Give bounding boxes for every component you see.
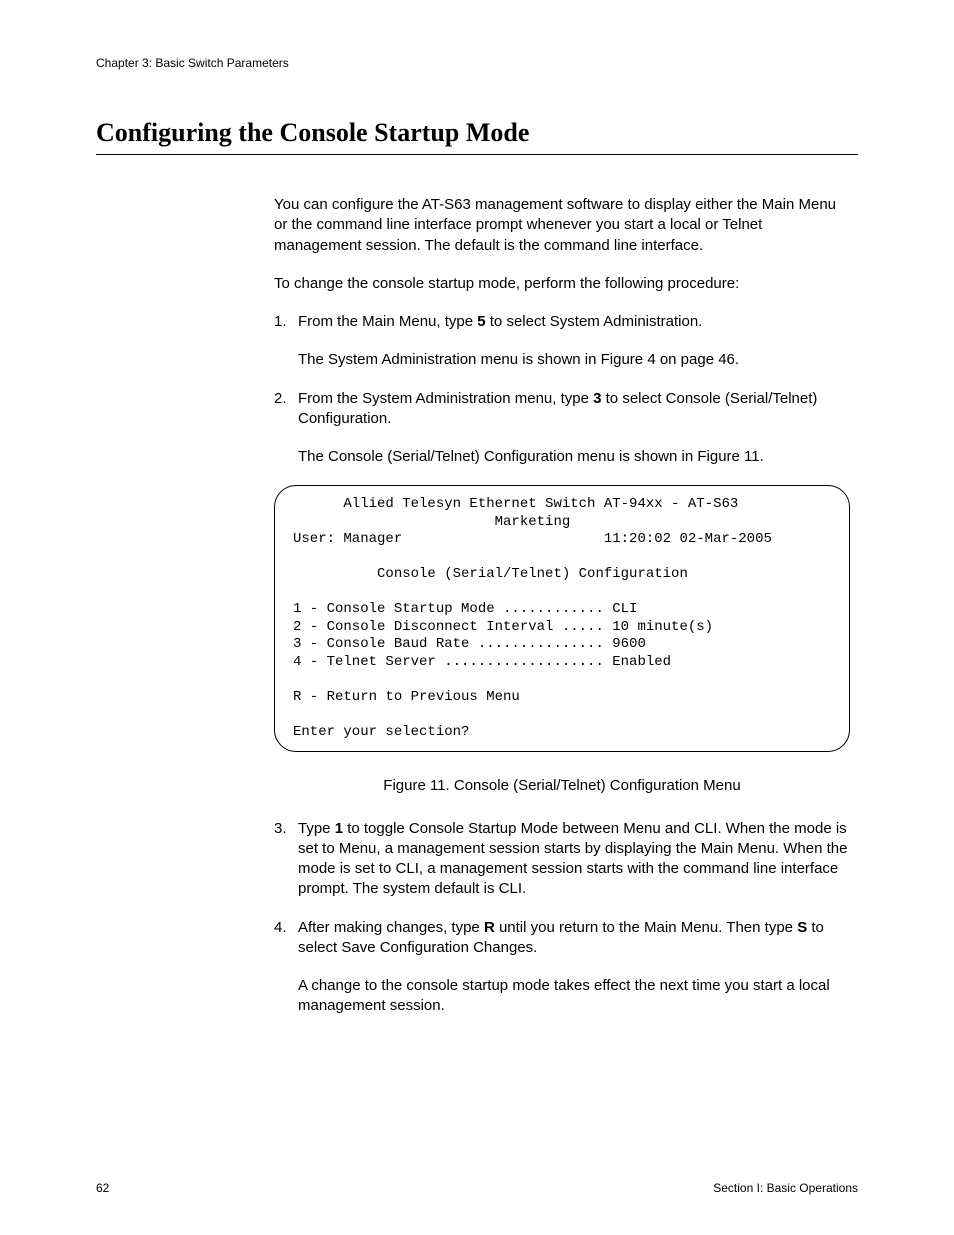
step-text: From the Main Menu, type	[298, 313, 477, 330]
step-4: 4. After making changes, type R until yo…	[274, 918, 850, 1017]
intro-paragraph-1: You can configure the AT-S63 management …	[274, 195, 850, 256]
step-number: 3.	[274, 819, 298, 900]
step-3: 3. Type 1 to toggle Console Startup Mode…	[274, 819, 850, 900]
step-number: 4.	[274, 918, 298, 1017]
step-text: After making changes, type	[298, 919, 484, 936]
page-number: 62	[96, 1181, 109, 1195]
step-subtext: A change to the console startup mode tak…	[298, 976, 850, 1017]
step-text: Type	[298, 820, 335, 837]
step-subtext: The System Administration menu is shown …	[298, 350, 850, 370]
section-title: Configuring the Console Startup Mode	[96, 118, 858, 148]
step-key: 1	[335, 820, 343, 837]
step-2: 2. From the System Administration menu, …	[274, 389, 850, 468]
chapter-header: Chapter 3: Basic Switch Parameters	[96, 56, 858, 70]
terminal-line: 1 - Console Startup Mode ............ CL…	[293, 601, 637, 617]
step-number: 1.	[274, 312, 298, 371]
terminal-line: 3 - Console Baud Rate ............... 96…	[293, 636, 646, 652]
terminal-line: R - Return to Previous Menu	[293, 689, 520, 705]
terminal-line: User: Manager 11:20:02 02-Mar-2005	[293, 531, 772, 547]
terminal-output: Allied Telesyn Ethernet Switch AT-94xx -…	[274, 485, 850, 752]
main-content: You can configure the AT-S63 management …	[274, 195, 850, 1017]
step-subtext: The Console (Serial/Telnet) Configuratio…	[298, 447, 850, 467]
step-text: From the System Administration menu, typ…	[298, 390, 593, 407]
section-label: Section I: Basic Operations	[713, 1181, 858, 1195]
step-1: 1. From the Main Menu, type 5 to select …	[274, 312, 850, 371]
terminal-line: 2 - Console Disconnect Interval ..... 10…	[293, 619, 713, 635]
step-text: to toggle Console Startup Mode between M…	[298, 820, 847, 898]
step-key: 5	[477, 313, 485, 330]
terminal-line: Marketing	[293, 514, 570, 530]
terminal-line: Enter your selection?	[293, 724, 469, 740]
step-number: 2.	[274, 389, 298, 468]
step-text: until you return to the Main Menu. Then …	[495, 919, 797, 936]
figure-caption: Figure 11. Console (Serial/Telnet) Confi…	[274, 776, 850, 796]
title-rule	[96, 154, 858, 155]
intro-paragraph-2: To change the console startup mode, perf…	[274, 274, 850, 294]
step-key: R	[484, 919, 495, 936]
step-text: to select System Administration.	[486, 313, 703, 330]
page-footer: 62 Section I: Basic Operations	[96, 1181, 858, 1195]
procedure-steps-continued: 3. Type 1 to toggle Console Startup Mode…	[274, 819, 850, 1017]
step-key: S	[797, 919, 807, 936]
terminal-line: Allied Telesyn Ethernet Switch AT-94xx -…	[293, 496, 738, 512]
terminal-line: 4 - Telnet Server ................... En…	[293, 654, 671, 670]
terminal-line: Console (Serial/Telnet) Configuration	[293, 566, 688, 582]
procedure-steps: 1. From the Main Menu, type 5 to select …	[274, 312, 850, 467]
